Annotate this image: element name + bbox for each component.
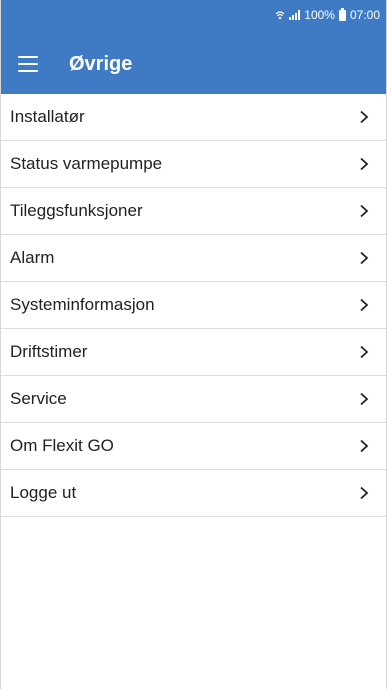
battery-percentage: 100%	[304, 8, 335, 22]
menu-item-om-flexit-go[interactable]: Om Flexit GO	[1, 423, 386, 470]
battery-icon	[338, 7, 346, 21]
chevron-right-icon	[360, 298, 369, 312]
menu-item-label: Driftstimer	[10, 342, 88, 361]
wifi-icon	[275, 10, 285, 20]
menu-item-systeminformasjon[interactable]: Systeminformasjon	[1, 282, 386, 329]
clock: 07:00	[349, 8, 380, 22]
menu-item-service[interactable]: Service	[1, 376, 386, 423]
chevron-right-icon	[360, 251, 369, 265]
chevron-right-icon	[360, 439, 369, 453]
chevron-right-icon	[360, 204, 369, 218]
chevron-right-icon	[360, 110, 369, 124]
menu-item-label: Service	[10, 389, 67, 408]
app-toolbar: Øvrige	[1, 34, 386, 94]
page-title: Øvrige	[69, 52, 133, 75]
chevron-right-icon	[360, 392, 369, 406]
menu-item-alarm[interactable]: Alarm	[1, 235, 386, 282]
menu-item-label: Installatør	[10, 107, 85, 126]
chevron-right-icon	[360, 157, 369, 171]
menu-item-label: Logge ut	[10, 483, 77, 502]
settings-menu-list: Installatør Status varmepumpe Tileggsfun…	[1, 94, 386, 517]
menu-item-label: Alarm	[10, 248, 55, 267]
chevron-right-icon	[360, 486, 369, 500]
hamburger-menu-icon[interactable]	[18, 56, 38, 72]
status-indicators: 100% 07:00	[275, 7, 380, 22]
menu-item-driftstimer[interactable]: Driftstimer	[1, 329, 386, 376]
menu-item-tileggsfunksjoner[interactable]: Tileggsfunksjoner	[1, 188, 386, 235]
menu-item-label: Systeminformasjon	[10, 295, 155, 314]
menu-item-label: Status varmepumpe	[10, 154, 163, 173]
menu-item-label: Tileggsfunksjoner	[10, 201, 143, 220]
chevron-right-icon	[360, 345, 369, 359]
menu-item-status-varmepumpe[interactable]: Status varmepumpe	[1, 141, 386, 188]
status-bar: 100% 07:00	[1, 0, 386, 34]
menu-item-label: Om Flexit GO	[10, 436, 114, 455]
menu-item-logge-ut[interactable]: Logge ut	[1, 470, 386, 517]
signal-icon	[289, 10, 301, 20]
menu-item-installator[interactable]: Installatør	[1, 94, 386, 141]
